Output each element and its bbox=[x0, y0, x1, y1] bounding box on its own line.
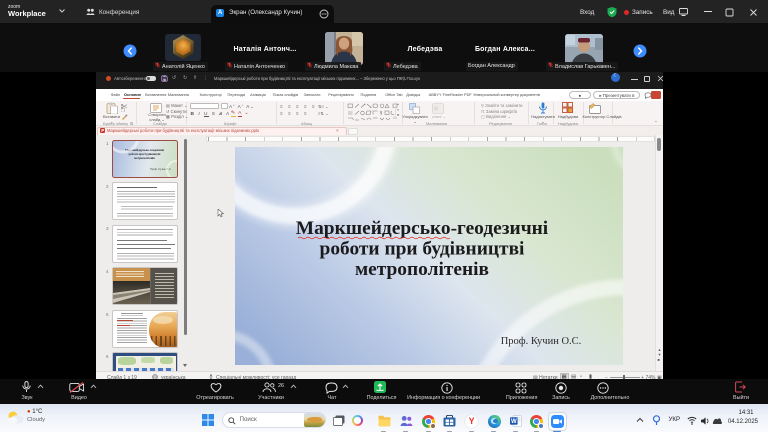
svg-text:метрополітенів: метрополітенів bbox=[355, 259, 489, 280]
svg-text:W: W bbox=[510, 419, 516, 425]
svg-text:Маркшейдерсько-геодезичні: Маркшейдерсько-геодезичні bbox=[296, 218, 549, 239]
svg-text:Проф. Кучин О.С.: Проф. Кучин О.С. bbox=[501, 336, 582, 347]
svg-text:роботи при будівництві: роботи при будівництві bbox=[320, 239, 525, 260]
